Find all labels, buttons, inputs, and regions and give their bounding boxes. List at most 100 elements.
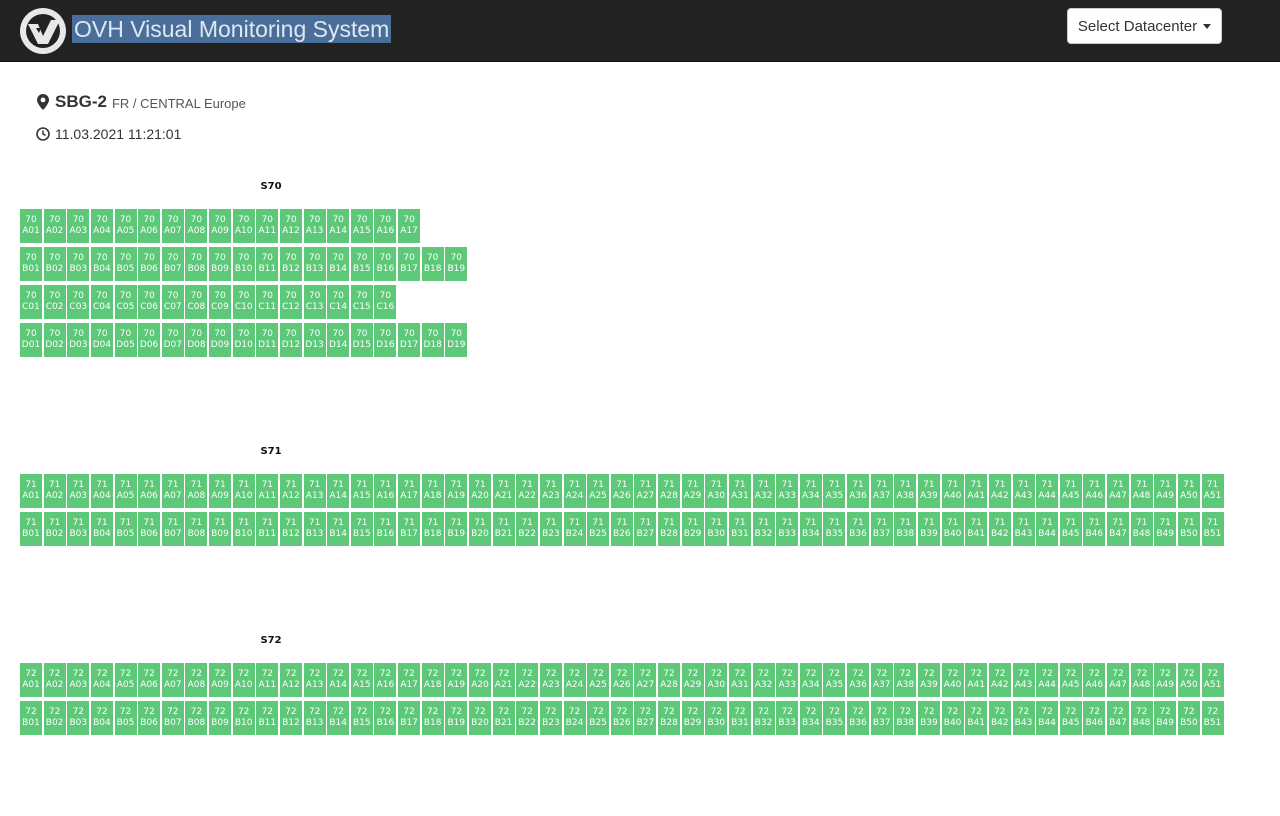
rack-tile[interactable]: 71 B26 — [610, 512, 633, 546]
rack-tile[interactable]: 71 B43 — [1012, 512, 1035, 546]
rack-tile[interactable]: 70 D04 — [90, 323, 113, 357]
rack-tile[interactable]: 72 B02 — [43, 701, 66, 735]
rack-tile[interactable]: 72 A20 — [469, 663, 491, 697]
rack-tile[interactable]: 72 A45 — [1059, 663, 1082, 697]
rack-tile[interactable]: 72 B49 — [1154, 701, 1177, 735]
rack-tile[interactable]: 70 B19 — [445, 247, 468, 281]
rack-tile[interactable]: 70 A04 — [90, 209, 113, 243]
rack-tile[interactable]: 71 A46 — [1083, 474, 1106, 508]
rack-tile[interactable]: 72 A41 — [965, 663, 988, 697]
rack-tile[interactable]: 71 A11 — [256, 474, 279, 508]
rack-tile[interactable]: 72 A23 — [539, 663, 562, 697]
rack-tile[interactable]: 71 A26 — [610, 474, 633, 508]
rack-tile[interactable]: 70 B10 — [232, 247, 255, 281]
rack-tile[interactable]: 70 B08 — [185, 247, 208, 281]
rack-tile[interactable]: 70 D13 — [303, 323, 326, 357]
rack-tile[interactable]: 70 B07 — [161, 247, 184, 281]
rack-tile[interactable]: 72 A49 — [1154, 663, 1177, 697]
rack-tile[interactable]: 71 B18 — [421, 512, 444, 546]
rack-tile[interactable]: 71 A21 — [492, 474, 515, 508]
rack-tile[interactable]: 71 B38 — [894, 512, 917, 546]
rack-tile[interactable]: 72 B29 — [681, 701, 704, 735]
rack-tile[interactable]: 72 B21 — [492, 701, 515, 735]
rack-tile[interactable]: 70 C06 — [138, 285, 161, 319]
rack-tile[interactable]: 72 B28 — [658, 701, 680, 735]
rack-tile[interactable]: 70 D12 — [279, 323, 302, 357]
rack-tile[interactable]: 71 A31 — [728, 474, 751, 508]
rack-tile[interactable]: 72 A24 — [563, 663, 586, 697]
rack-tile[interactable]: 70 A12 — [279, 209, 302, 243]
rack-tile[interactable]: 71 B29 — [681, 512, 704, 546]
rack-tile[interactable]: 71 B48 — [1130, 512, 1153, 546]
rack-tile[interactable]: 71 B24 — [563, 512, 586, 546]
rack-tile[interactable]: 72 B51 — [1201, 701, 1224, 735]
rack-tile[interactable]: 72 A26 — [610, 663, 633, 697]
rack-tile[interactable]: 70 A01 — [20, 209, 42, 243]
rack-tile[interactable]: 72 A14 — [327, 663, 350, 697]
rack-tile[interactable]: 71 B07 — [161, 512, 184, 546]
rack-tile[interactable]: 70 D02 — [43, 323, 66, 357]
rack-tile[interactable]: 72 B11 — [256, 701, 279, 735]
rack-tile[interactable]: 71 B49 — [1154, 512, 1177, 546]
rack-tile[interactable]: 71 A28 — [658, 474, 680, 508]
rack-tile[interactable]: 72 A09 — [209, 663, 231, 697]
rack-tile[interactable]: 70 D11 — [256, 323, 279, 357]
rack-tile[interactable]: 70 B01 — [20, 247, 42, 281]
rack-tile[interactable]: 71 B20 — [469, 512, 491, 546]
rack-tile[interactable]: 72 B07 — [161, 701, 184, 735]
rack-tile[interactable]: 71 B39 — [917, 512, 940, 546]
select-datacenter-button[interactable]: Select Datacenter — [1067, 8, 1222, 44]
rack-tile[interactable]: 72 B25 — [587, 701, 610, 735]
rack-tile[interactable]: 70 C10 — [232, 285, 255, 319]
rack-tile[interactable]: 71 A14 — [327, 474, 350, 508]
rack-tile[interactable]: 72 A10 — [232, 663, 255, 697]
rack-tile[interactable]: 71 B31 — [728, 512, 751, 546]
rack-tile[interactable]: 72 B43 — [1012, 701, 1035, 735]
rack-tile[interactable]: 71 A08 — [185, 474, 208, 508]
rack-tile[interactable]: 70 A17 — [398, 209, 421, 243]
rack-tile[interactable]: 70 D19 — [445, 323, 468, 357]
rack-tile[interactable]: 70 B13 — [303, 247, 326, 281]
rack-tile[interactable]: 70 C11 — [256, 285, 279, 319]
rack-tile[interactable]: 72 B38 — [894, 701, 917, 735]
rack-tile[interactable]: 71 B23 — [539, 512, 562, 546]
rack-tile[interactable]: 72 A22 — [516, 663, 539, 697]
rack-tile[interactable]: 70 B14 — [327, 247, 350, 281]
rack-tile[interactable]: 71 B10 — [232, 512, 255, 546]
rack-tile[interactable]: 72 A28 — [658, 663, 680, 697]
rack-tile[interactable]: 71 A30 — [705, 474, 728, 508]
rack-tile[interactable]: 71 A09 — [209, 474, 231, 508]
rack-tile[interactable]: 70 C13 — [303, 285, 326, 319]
rack-tile[interactable]: 72 A25 — [587, 663, 610, 697]
rack-tile[interactable]: 72 A01 — [20, 663, 42, 697]
rack-tile[interactable]: 72 B06 — [138, 701, 161, 735]
rack-tile[interactable]: 71 A37 — [870, 474, 893, 508]
rack-tile[interactable]: 70 C05 — [114, 285, 137, 319]
rack-tile[interactable]: 72 B09 — [209, 701, 231, 735]
rack-tile[interactable]: 72 A48 — [1130, 663, 1153, 697]
rack-tile[interactable]: 71 A32 — [752, 474, 775, 508]
rack-tile[interactable]: 70 A15 — [350, 209, 373, 243]
rack-tile[interactable]: 72 B45 — [1059, 701, 1082, 735]
rack-tile[interactable]: 71 B45 — [1059, 512, 1082, 546]
rack-tile[interactable]: 71 B03 — [67, 512, 90, 546]
rack-tile[interactable]: 70 A05 — [114, 209, 137, 243]
rack-tile[interactable]: 72 B47 — [1107, 701, 1129, 735]
rack-tile[interactable]: 70 C04 — [90, 285, 113, 319]
rack-tile[interactable]: 71 B06 — [138, 512, 161, 546]
rack-tile[interactable]: 71 B50 — [1177, 512, 1200, 546]
rack-tile[interactable]: 72 A11 — [256, 663, 279, 697]
rack-tile[interactable]: 71 B42 — [988, 512, 1011, 546]
rack-tile[interactable]: 71 A34 — [799, 474, 822, 508]
rack-tile[interactable]: 71 B35 — [823, 512, 846, 546]
rack-tile[interactable]: 71 A40 — [941, 474, 964, 508]
rack-tile[interactable]: 72 A02 — [43, 663, 66, 697]
rack-tile[interactable]: 70 B17 — [398, 247, 421, 281]
rack-tile[interactable]: 72 B39 — [917, 701, 940, 735]
rack-tile[interactable]: 70 B18 — [421, 247, 444, 281]
rack-tile[interactable]: 71 A51 — [1201, 474, 1224, 508]
rack-tile[interactable]: 70 D14 — [327, 323, 350, 357]
rack-tile[interactable]: 70 A14 — [327, 209, 350, 243]
rack-tile[interactable]: 70 B15 — [350, 247, 373, 281]
rack-tile[interactable]: 72 A06 — [138, 663, 161, 697]
